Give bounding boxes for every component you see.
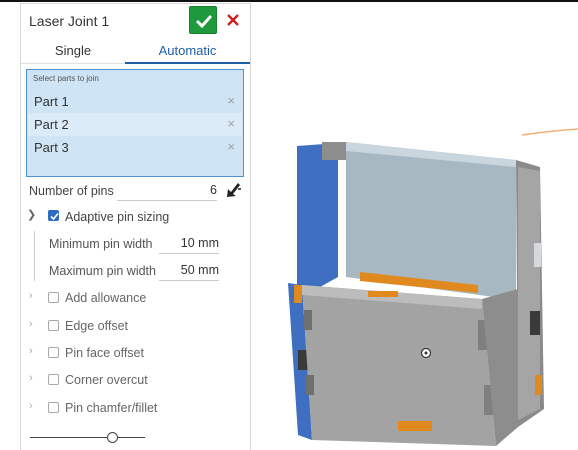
box-model[interactable] xyxy=(250,115,578,450)
remove-part-icon[interactable]: × xyxy=(227,139,235,154)
pins-input[interactable]: 6 xyxy=(117,181,217,201)
arrow-icon[interactable] xyxy=(224,181,242,199)
orange-arc xyxy=(521,128,578,136)
left-wall-inner xyxy=(297,143,338,297)
model-viewport[interactable] xyxy=(250,115,578,450)
tab xyxy=(306,375,314,395)
adaptive-label: Adaptive pin sizing xyxy=(65,210,170,224)
tab-automatic[interactable]: Automatic xyxy=(125,38,250,64)
tab xyxy=(304,310,312,330)
tab xyxy=(368,291,398,297)
parts-selection-label: Select parts to join xyxy=(33,74,99,83)
chevron-right-icon[interactable]: › xyxy=(29,400,33,412)
tab xyxy=(294,285,302,303)
chevron-right-icon[interactable]: › xyxy=(29,372,33,384)
wall-edge xyxy=(322,142,346,160)
tab-single[interactable]: Single xyxy=(21,38,125,64)
adaptive-row: ❯ Adaptive pin sizing xyxy=(21,206,250,228)
pin-chamfer-fillet-label: Pin chamfer/fillet xyxy=(65,401,158,415)
option-corner-overcut: › Corner overcut xyxy=(21,369,250,391)
parts-selection-box[interactable]: Select parts to join Part 1 × Part 2 × P… xyxy=(26,69,244,177)
checkmark-icon xyxy=(195,14,213,29)
adaptive-checkbox[interactable] xyxy=(48,210,59,221)
laser-joint-dialog: Laser Joint 1 Single Automatic Select pa… xyxy=(20,3,251,450)
dialog-header: Laser Joint 1 xyxy=(21,4,250,38)
part-label: Part 1 xyxy=(34,94,69,109)
checkmark-icon xyxy=(50,212,59,221)
pin-face-offset-checkbox[interactable] xyxy=(48,347,59,358)
part-label: Part 3 xyxy=(34,140,69,155)
max-width-label: Maximum pin width xyxy=(49,264,156,278)
pin-face-offset-label: Pin face offset xyxy=(65,346,144,360)
add-allowance-label: Add allowance xyxy=(65,291,147,305)
chevron-down-icon[interactable]: ❯ xyxy=(27,208,36,221)
min-width-input[interactable]: 10 mm xyxy=(159,234,219,254)
max-width-input[interactable]: 50 mm xyxy=(159,261,219,281)
slot xyxy=(530,311,540,335)
mode-tabs: Single Automatic xyxy=(21,38,250,64)
min-width-row: Minimum pin width 10 mm xyxy=(21,233,250,255)
option-pin-chamfer-fillet: › Pin chamfer/fillet xyxy=(21,397,250,419)
origin-marker-dot xyxy=(424,351,428,355)
list-item[interactable]: Part 3 × xyxy=(28,136,242,159)
pins-label: Number of pins xyxy=(29,184,114,198)
slot xyxy=(535,375,542,395)
pin-chamfer-fillet-checkbox[interactable] xyxy=(48,402,59,413)
cancel-button[interactable] xyxy=(224,10,242,30)
close-icon xyxy=(227,14,239,26)
list-item[interactable]: Part 1 × xyxy=(28,90,242,113)
chevron-right-icon[interactable]: › xyxy=(29,345,33,357)
chevron-right-icon[interactable]: › xyxy=(29,290,33,302)
dialog-title: Laser Joint 1 xyxy=(29,13,110,29)
option-pin-face-offset: › Pin face offset xyxy=(21,342,250,364)
confirm-button[interactable] xyxy=(189,6,217,34)
edge-offset-checkbox[interactable] xyxy=(48,320,59,331)
slider-track[interactable] xyxy=(30,437,145,438)
top-border xyxy=(0,0,578,2)
max-width-row: Maximum pin width 50 mm xyxy=(21,260,250,282)
slot xyxy=(534,243,541,267)
part-label: Part 2 xyxy=(34,117,69,132)
min-width-label: Minimum pin width xyxy=(49,237,153,251)
edge-offset-label: Edge offset xyxy=(65,319,129,333)
list-item[interactable]: Part 2 × xyxy=(28,113,242,136)
remove-part-icon[interactable]: × xyxy=(227,116,235,131)
remove-part-icon[interactable]: × xyxy=(227,93,235,108)
option-edge-offset: › Edge offset xyxy=(21,315,250,337)
slider-handle[interactable] xyxy=(107,432,118,443)
chevron-right-icon[interactable]: › xyxy=(29,318,33,330)
pins-row: Number of pins 6 xyxy=(21,180,250,202)
corner-overcut-label: Corner overcut xyxy=(65,373,148,387)
add-allowance-checkbox[interactable] xyxy=(48,292,59,303)
option-add-allowance: › Add allowance xyxy=(21,287,250,309)
tab xyxy=(398,421,432,431)
corner-overcut-checkbox[interactable] xyxy=(48,374,59,385)
